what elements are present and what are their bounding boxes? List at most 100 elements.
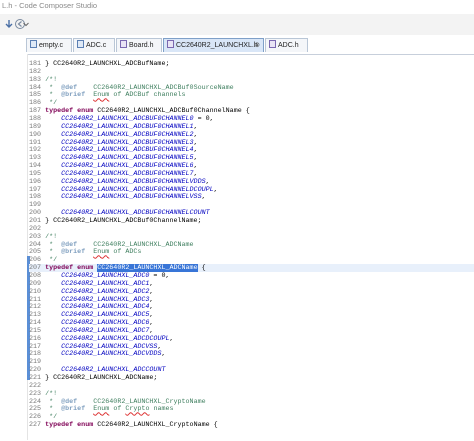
h-file-icon (167, 40, 174, 48)
code-line[interactable]: 216 CC2640R2_LAUNCHXL_ADCDCOUPL, (29, 335, 174, 343)
code-token: CC2640R2_LAUNCHXL_ADCBUF0CHANNEL2 (61, 130, 194, 139)
code-token: , (193, 122, 198, 131)
line-number: 183 (29, 75, 42, 84)
c-file-icon (30, 40, 37, 48)
tab-cc2640r2-launchxl-h[interactable]: CC2640R2_LAUNCHXL.h ⊗ (163, 38, 264, 52)
code-line[interactable]: 192 CC2640R2_LAUNCHXL_ADCBUF0CHANNEL4, (29, 146, 198, 154)
code-line[interactable]: 201 } CC2640R2_LAUNCHXL_ADCBuf0ChannelNa… (29, 217, 202, 225)
line-number: 194 (29, 162, 42, 171)
code-line[interactable]: 202 (29, 225, 45, 233)
code-line[interactable]: 200 CC2640R2_LAUNCHXL_ADCBUF0CHANNELCOUN… (29, 209, 210, 217)
line-number: 201 (29, 217, 42, 225)
tab-adc-c[interactable]: ADC.c (73, 38, 115, 52)
line-number: 224 (29, 397, 42, 406)
line-number: 184 (29, 83, 42, 92)
code-token: */ (45, 413, 58, 422)
code-line[interactable]: 187 typedef enum CC2640R2_LAUNCHXL_ADCBu… (29, 107, 250, 115)
code-line[interactable]: 220 CC2640R2_LAUNCHXL_ADCCOUNT (29, 366, 165, 374)
code-token: , (193, 169, 198, 178)
code-line[interactable]: 219 (29, 358, 45, 366)
code-line[interactable]: 205 * @brief Enum of ADCs (29, 248, 141, 256)
code-line[interactable]: 204 * @def CC2640R2_LAUNCHXL_ADCName (29, 241, 194, 249)
tab-empty-c[interactable]: empty.c (26, 38, 72, 52)
code-token: CC2640R2_LAUNCHXL_ADCBUF0CHANNELCOUNT (61, 209, 210, 218)
code-token: } CC2640R2_LAUNCHXL_ADCBuf0ChannelName; (45, 217, 202, 225)
code-line[interactable]: 198 CC2640R2_LAUNCHXL_ADCBUF0CHANNELVSS, (29, 193, 206, 201)
code-line[interactable]: 197 CC2640R2_LAUNCHXL_ADCBUF0CHANNELDCOU… (29, 186, 218, 194)
code-line[interactable]: 196 CC2640R2_LAUNCHXL_ADCBUF0CHANNELVDDS… (29, 178, 210, 186)
code-line[interactable]: 185 * @brief Enum of ADCBuf channels (29, 91, 186, 99)
code-line[interactable]: 206 */ (29, 256, 57, 264)
code-line[interactable]: 223 /*! (29, 390, 57, 398)
code-line[interactable]: 211 CC2640R2_LAUNCHXL_ADC3, (29, 296, 153, 304)
code-token: typedef enum (45, 107, 94, 116)
code-line[interactable]: 190 CC2640R2_LAUNCHXL_ADCBUF0CHANNEL2, (29, 131, 198, 139)
code-token: CC2640R2_LAUNCHXL_ADCBuf0SourceName (77, 83, 234, 92)
code-line[interactable]: 189 CC2640R2_LAUNCHXL_ADCBUF0CHANNEL1, (29, 123, 198, 131)
code-line[interactable]: 218 CC2640R2_LAUNCHXL_ADCVDDS, (29, 350, 165, 358)
code-line[interactable]: 188 CC2640R2_LAUNCHXL_ADCBUF0CHANNEL0 = … (29, 115, 214, 123)
code-line[interactable]: 225 * @brief Enum of Crypto names (29, 405, 174, 413)
code-line[interactable]: 181 } CC2640R2_LAUNCHXL_ADCBufName; (29, 60, 169, 68)
code-token: of ADCs (109, 248, 142, 257)
code-line[interactable]: 183 /*! (29, 76, 57, 84)
code-token: CC2640R2_LAUNCHXL_ADCBUF0CHANNEL4 (61, 146, 194, 155)
line-number: 198 (29, 193, 42, 202)
line-number: 181 (29, 60, 42, 68)
code-token: CC2640R2_LAUNCHXL_ADCName (77, 240, 194, 249)
code-line[interactable]: 199 (29, 201, 45, 209)
code-line[interactable]: 182 (29, 68, 45, 76)
line-number: 195 (29, 169, 42, 178)
line-number: 221 (29, 374, 42, 382)
chevron-down-icon[interactable] (22, 18, 30, 30)
code-line[interactable]: 222 (29, 382, 45, 390)
code-line[interactable]: 221 } CC2640R2_LAUNCHXL_ADCName; (29, 374, 157, 382)
code-line[interactable]: 193 CC2640R2_LAUNCHXL_ADCBUF0CHANNEL5, (29, 154, 198, 162)
line-number: 190 (29, 130, 42, 139)
code-line[interactable]: 186 */ (29, 99, 57, 107)
tab-adc-h[interactable]: ADC.h (265, 38, 308, 52)
close-icon[interactable]: ⊗ (254, 39, 260, 52)
code-token: /*! (45, 75, 58, 84)
code-line[interactable]: 213 CC2640R2_LAUNCHXL_ADC5, (29, 311, 153, 319)
code-token: CC2640R2_LAUNCHXL_ADCVSS (61, 342, 158, 351)
h-file-icon (120, 40, 127, 48)
code-line[interactable]: 224 * @def CC2640R2_LAUNCHXL_CryptoName (29, 398, 206, 406)
code-token: * (45, 397, 62, 406)
title-bar: L.h - Code Composer Studio (0, 0, 474, 14)
code-line[interactable]: 214 CC2640R2_LAUNCHXL_ADC6, (29, 319, 153, 327)
code-line[interactable]: 203 /*! (29, 233, 57, 241)
code-token: , (205, 177, 210, 186)
code-line[interactable]: 226 */ (29, 413, 57, 421)
code-line[interactable]: 194 CC2640R2_LAUNCHXL_ADCBUF0CHANNEL6, (29, 162, 198, 170)
code-token: CC2640R2_LAUNCHXL_ADCBUF0CHANNEL3 (61, 138, 194, 147)
code-line[interactable]: 195 CC2640R2_LAUNCHXL_ADCBUF0CHANNEL7, (29, 170, 198, 178)
code-line[interactable]: 184 * @def CC2640R2_LAUNCHXL_ADCBuf0Sour… (29, 84, 234, 92)
line-number: 185 (29, 91, 42, 100)
code-line[interactable]: 215 CC2640R2_LAUNCHXL_ADC7, (29, 327, 153, 335)
code-line[interactable]: 207 typedef enum CC2640R2_LAUNCHXL_ADCNa… (29, 264, 474, 273)
code-token: , (149, 279, 154, 288)
code-token: * (45, 248, 62, 257)
code-line[interactable]: 208 CC2640R2_LAUNCHXL_ADC0 = 0, (29, 272, 170, 280)
code-line[interactable]: 212 CC2640R2_LAUNCHXL_ADC4, (29, 303, 153, 311)
tab-board-h[interactable]: Board.h (116, 38, 162, 52)
line-number: 213 (29, 311, 42, 320)
code-token: * (45, 91, 62, 100)
code-line[interactable]: 209 CC2640R2_LAUNCHXL_ADC1, (29, 280, 153, 288)
code-token: , (213, 185, 218, 194)
code-token: CC2640R2_LAUNCHXL_ADCDCOUPL (61, 334, 170, 343)
code-line[interactable]: 191 CC2640R2_LAUNCHXL_ADCBUF0CHANNEL3, (29, 139, 198, 147)
code-token: CC2640R2_LAUNCHXL_ADCBUF0CHANNEL5 (61, 154, 194, 163)
code-line[interactable]: 217 CC2640R2_LAUNCHXL_ADCVSS, (29, 343, 161, 351)
code-line[interactable]: 210 CC2640R2_LAUNCHXL_ADC2, (29, 288, 153, 296)
code-token: @brief (61, 248, 86, 257)
toolbar (0, 14, 474, 36)
code-token: , (193, 162, 198, 171)
code-line[interactable]: 227 typedef enum CC2640R2_LAUNCHXL_Crypt… (29, 421, 218, 429)
line-number: 202 (29, 224, 42, 233)
